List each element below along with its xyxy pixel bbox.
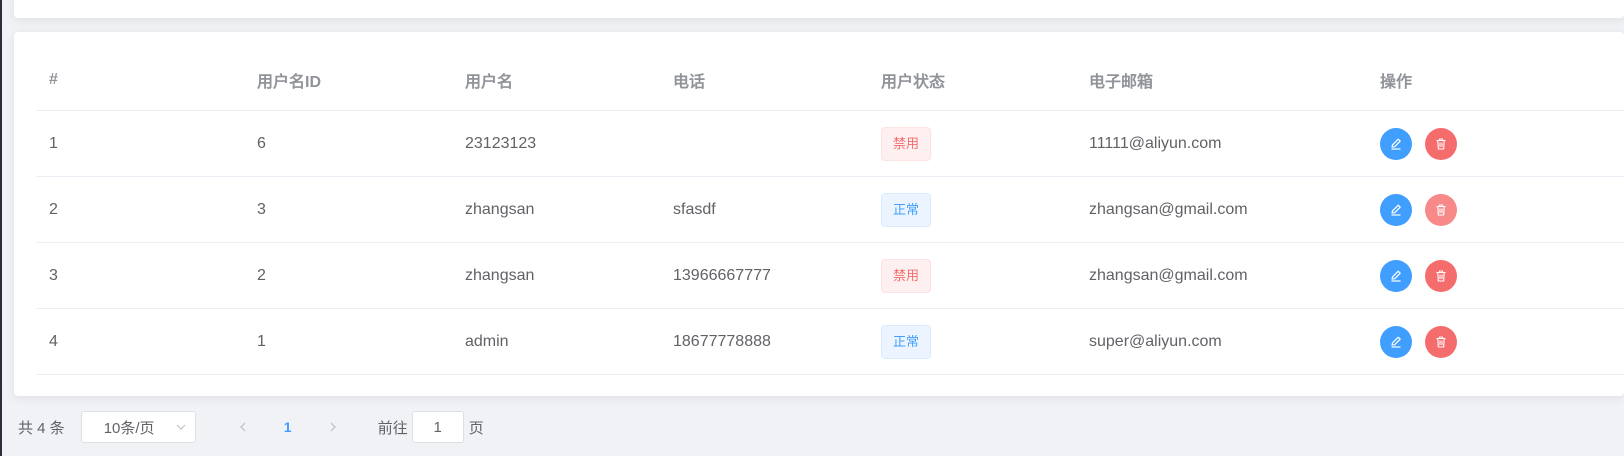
trash-icon [1436, 203, 1446, 216]
row-status-cell: 禁用 [868, 258, 1076, 293]
header-phone: 电话 [673, 73, 706, 91]
row-status-cell: 正常 [868, 324, 1076, 359]
delete-button[interactable] [1425, 193, 1458, 226]
row-actions [1367, 193, 1624, 226]
table-row: 4 1 admin 18677778888 正常 super@aliyun.co… [36, 309, 1624, 375]
edit-button[interactable] [1380, 193, 1412, 226]
chevron-down-icon [176, 424, 186, 430]
status-badge: 正常 [881, 192, 932, 227]
row-username: zhangsan [465, 266, 535, 284]
row-user-id: 6 [257, 134, 266, 152]
row-index: 2 [49, 200, 58, 218]
row-username: 23123123 [465, 134, 537, 152]
pagination-total: 共 4 条 [18, 419, 65, 437]
delete-button[interactable] [1425, 259, 1458, 292]
header-user-id: 用户名ID [257, 73, 322, 91]
chevron-right-icon [330, 422, 336, 432]
table-row: 3 2 zhangsan 13966667777 禁用 zhangsan@gma… [36, 243, 1624, 309]
trash-icon [1436, 335, 1446, 348]
row-email: super@aliyun.com [1089, 332, 1222, 350]
status-badge: 禁用 [881, 258, 932, 293]
header-email: 电子邮箱 [1089, 73, 1154, 91]
edit-icon [1391, 336, 1401, 348]
row-username: zhangsan [465, 200, 535, 218]
edit-button[interactable] [1380, 259, 1412, 292]
goto-suffix: 页 [468, 419, 484, 437]
row-phone: 18677778888 [673, 332, 771, 350]
goto-page-input[interactable] [411, 411, 464, 443]
header-actions: 操作 [1380, 73, 1413, 91]
edit-icon [1391, 204, 1401, 216]
next-page-button[interactable] [310, 411, 356, 443]
edit-icon [1391, 270, 1401, 282]
status-badge: 正常 [881, 324, 932, 359]
trash-icon [1436, 269, 1446, 282]
row-status-cell: 正常 [868, 192, 1076, 227]
chevron-left-icon [239, 422, 246, 432]
sidebar-edge [0, 0, 2, 456]
pagination: 共 4 条 10条/页 1 前往 页 [18, 411, 484, 443]
row-phone: sfasdf [673, 200, 716, 218]
delete-button[interactable] [1425, 325, 1458, 358]
row-user-id: 1 [257, 332, 266, 350]
page-size-select[interactable]: 10条/页 [80, 411, 196, 443]
row-user-id: 3 [257, 200, 266, 218]
row-email: zhangsan@gmail.com [1089, 266, 1248, 284]
search-card [14, 0, 1624, 18]
row-actions [1367, 127, 1624, 160]
row-index: 1 [49, 134, 58, 152]
row-phone: 13966667777 [673, 266, 771, 284]
header-index: # [49, 70, 58, 88]
edit-icon [1391, 138, 1401, 150]
table-row: 2 3 zhangsan sfasdf 正常 zhangsan@gmail.co… [36, 177, 1624, 243]
row-user-id: 2 [257, 266, 266, 284]
row-email: 11111@aliyun.com [1089, 134, 1222, 152]
row-index: 4 [49, 332, 58, 350]
delete-button[interactable] [1425, 127, 1458, 160]
row-username: admin [465, 332, 509, 350]
row-email: zhangsan@gmail.com [1089, 200, 1248, 218]
page-number-current[interactable]: 1 [266, 411, 310, 443]
edit-button[interactable] [1380, 127, 1412, 160]
goto-prefix: 前往 [377, 419, 408, 437]
row-actions [1367, 259, 1624, 292]
row-actions [1367, 325, 1624, 358]
table-header-row: # 用户名ID 用户名 电话 用户状态 电子邮箱 操作 [36, 49, 1624, 111]
row-status-cell: 禁用 [868, 126, 1076, 161]
user-table-card: # 用户名ID 用户名 电话 用户状态 电子邮箱 操作 1 6 23123123… [14, 32, 1624, 396]
user-table: # 用户名ID 用户名 电话 用户状态 电子邮箱 操作 1 6 23123123… [36, 49, 1624, 375]
page-size-value: 10条/页 [103, 419, 155, 437]
status-badge: 禁用 [881, 126, 932, 161]
row-index: 3 [49, 266, 58, 284]
trash-icon [1436, 137, 1446, 150]
table-row: 1 6 23123123 禁用 11111@aliyun.com [36, 111, 1624, 177]
edit-button[interactable] [1380, 325, 1412, 358]
header-status: 用户状态 [881, 73, 946, 91]
prev-page-button[interactable] [220, 411, 266, 443]
header-username: 用户名 [465, 73, 514, 91]
